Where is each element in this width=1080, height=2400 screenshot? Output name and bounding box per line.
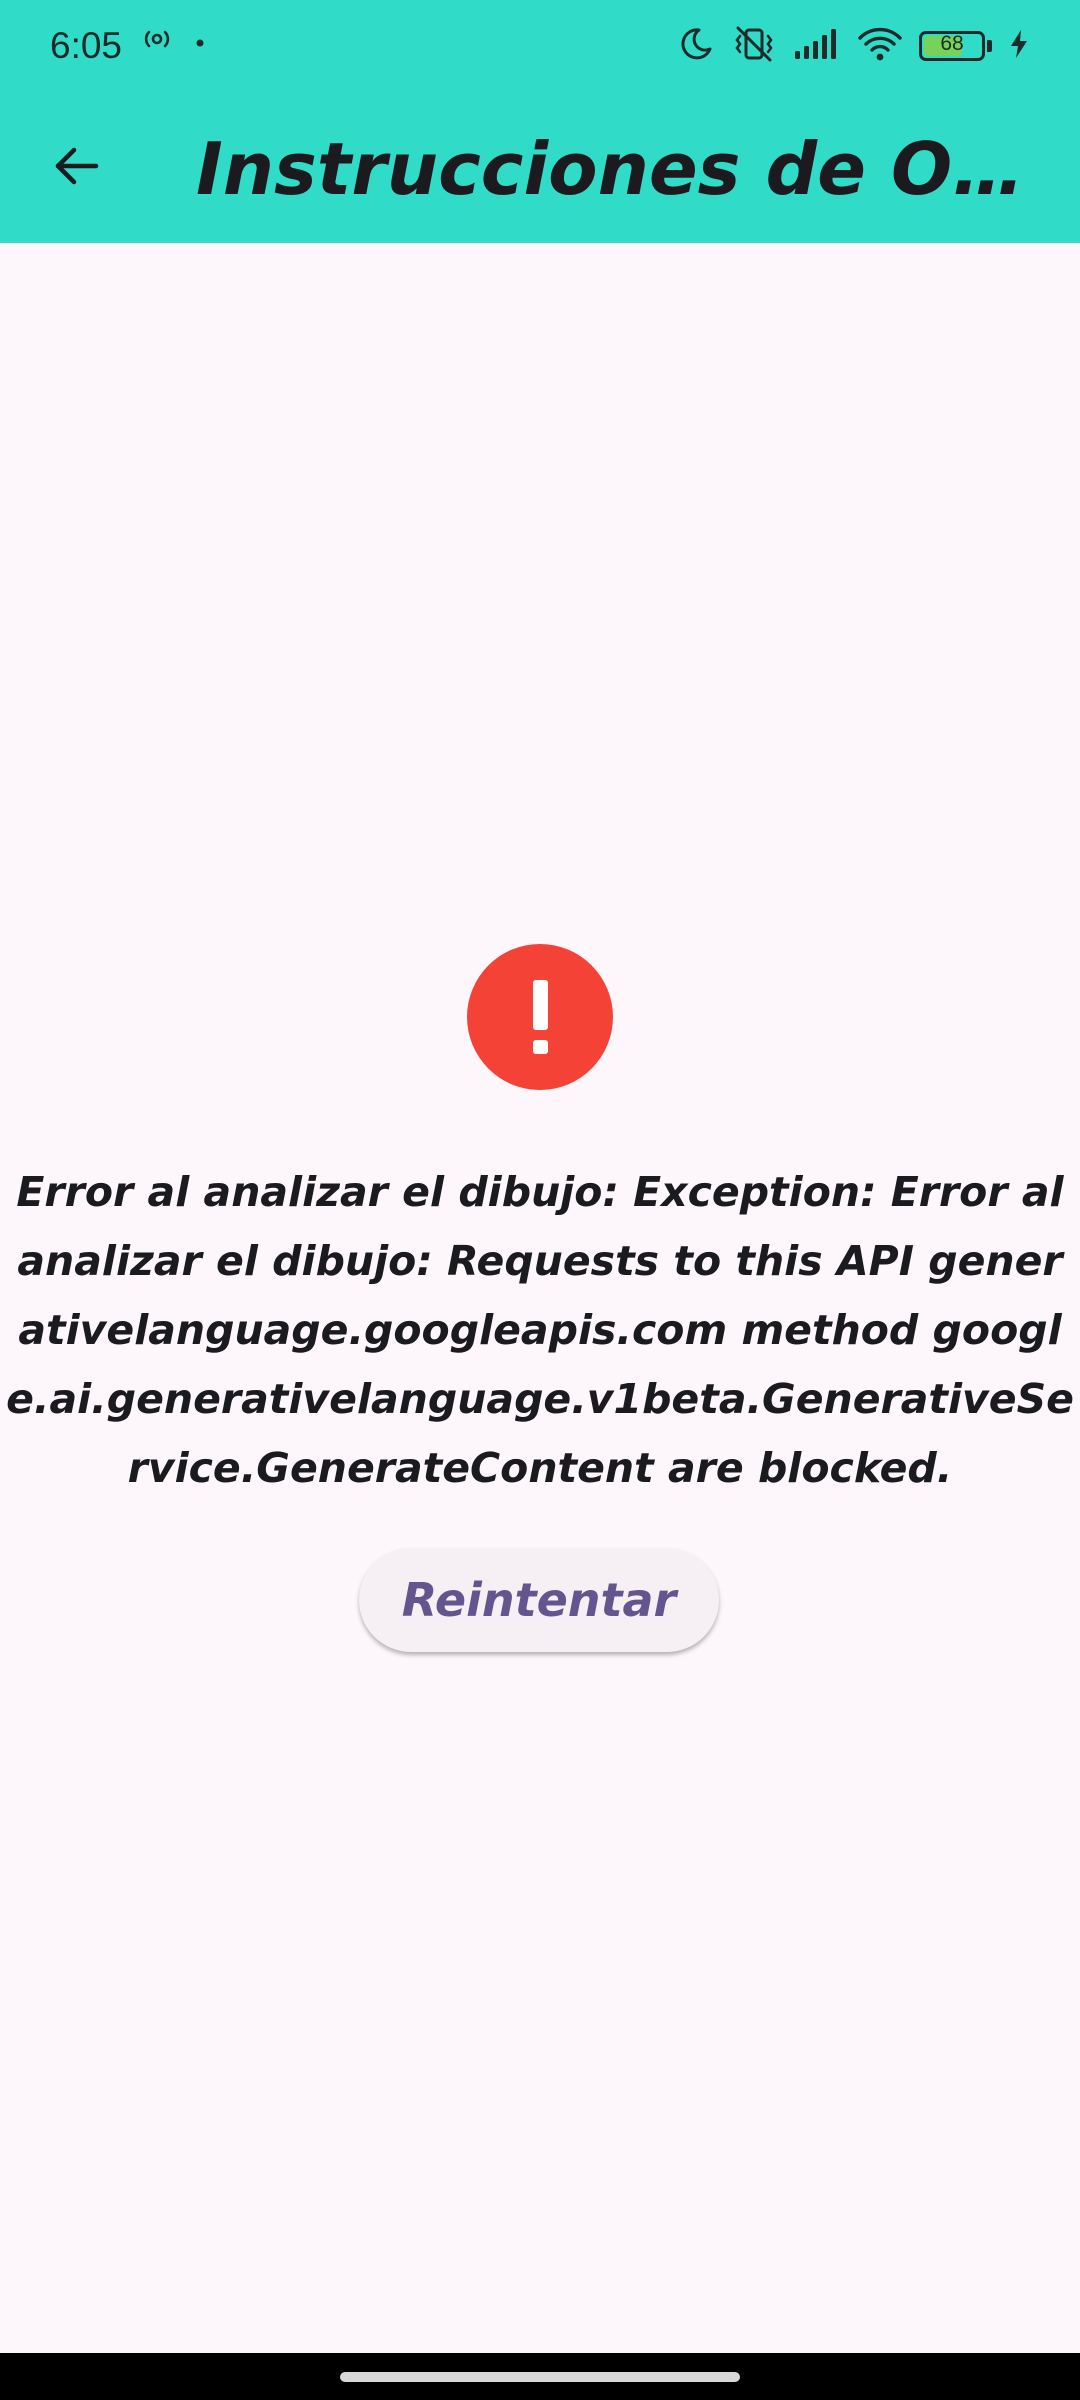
battery-cap (987, 40, 992, 52)
status-time: 6:05 (50, 25, 123, 66)
retry-button[interactable]: Reintentar (359, 1548, 719, 1652)
charging-bolt-icon (1008, 28, 1030, 64)
status-bar: 6:05 68 (0, 0, 1080, 98)
wifi-icon (857, 26, 903, 66)
battery-icon: 68 (919, 31, 985, 61)
top-container: 6:05 68 Instrucciones de Ori (0, 0, 1080, 243)
dot-icon (196, 32, 204, 51)
moon-icon (677, 25, 715, 67)
vibrate-muted-icon (731, 24, 777, 68)
status-right-icons: 68 (677, 24, 1030, 68)
battery-level: 68 (940, 32, 964, 55)
page-title: Instrucciones de Orig... (196, 127, 1026, 211)
hotspot-icon (140, 28, 174, 54)
navigation-bar (0, 2353, 1080, 2400)
error-message: Error al analizar el dibujo: Exception: … (6, 1168, 1074, 1492)
arrow-left-icon (50, 140, 102, 196)
app-bar: Instrucciones de Orig... (0, 98, 1080, 243)
back-button[interactable] (36, 128, 116, 208)
home-gesture-handle[interactable] (340, 2372, 740, 2382)
status-left-icons (140, 28, 204, 54)
cell-signal-icon (793, 27, 841, 65)
screen: 6:05 68 Instrucciones de Ori Error al an… (0, 0, 1080, 2400)
error-circle-icon (467, 944, 613, 1090)
main-content: Error al analizar el dibujo: Exception: … (0, 243, 1080, 2353)
